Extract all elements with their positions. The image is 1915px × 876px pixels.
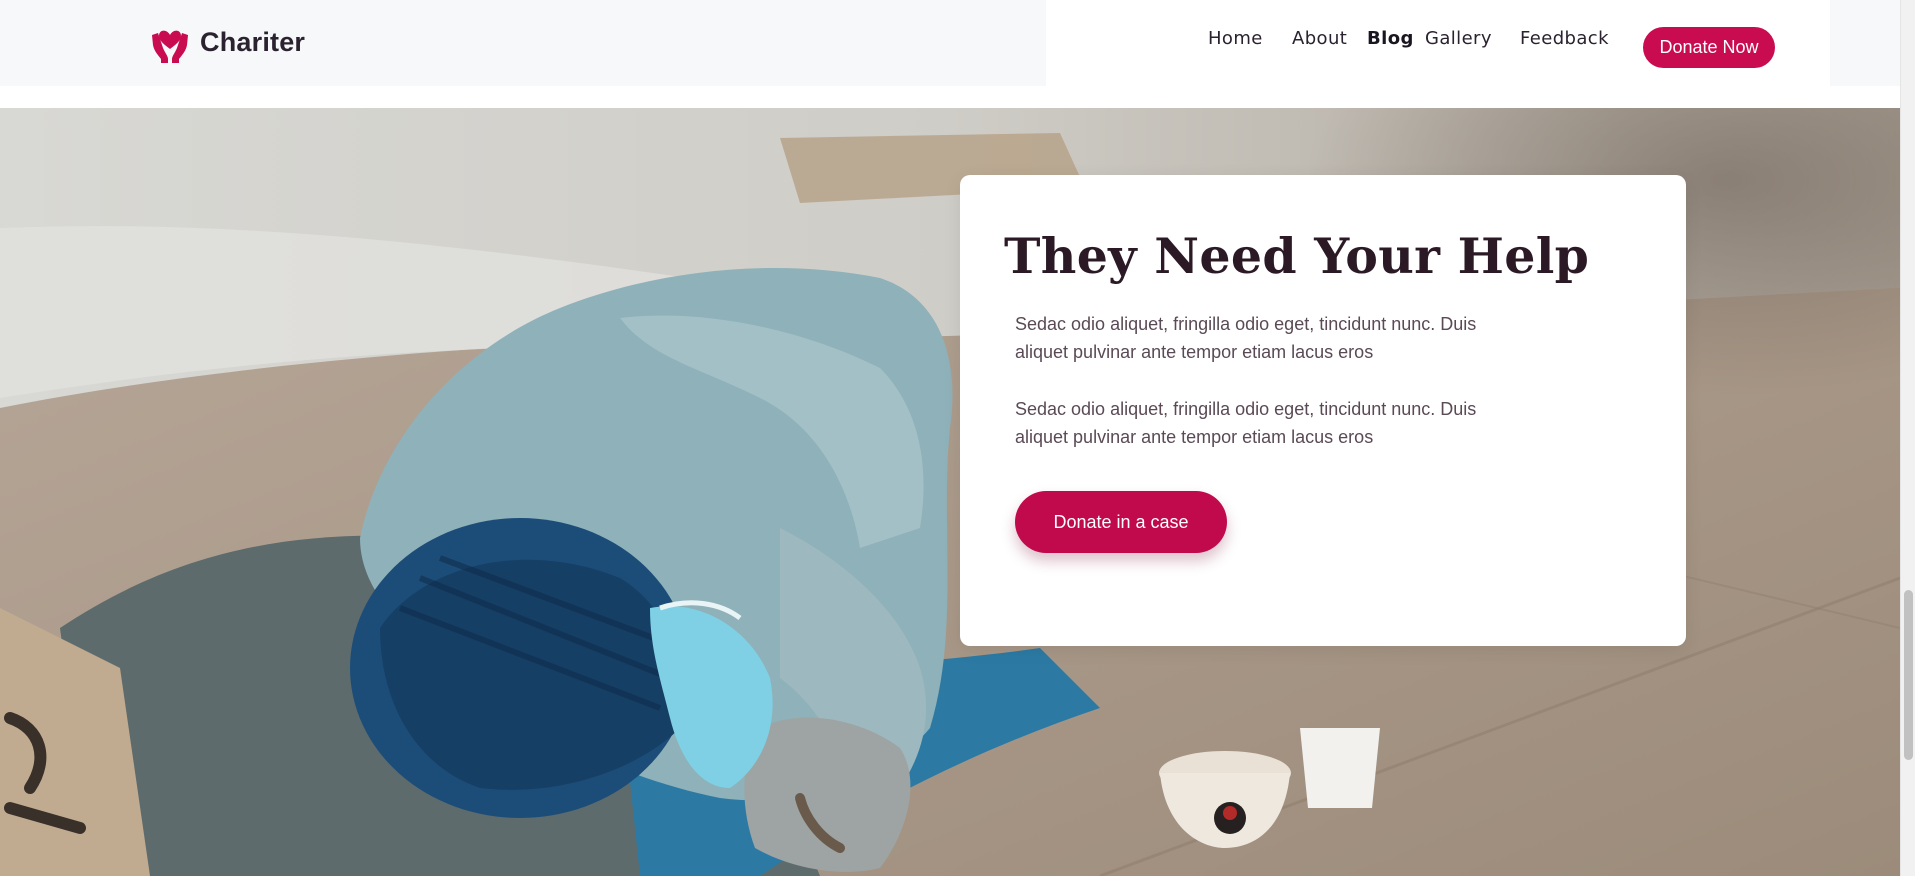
nav-blog-link[interactable]: Blog (1367, 28, 1414, 49)
hands-heart-icon (152, 30, 188, 63)
donate-in-a-case-button[interactable]: Donate in a case (1015, 491, 1227, 553)
nav-home-link[interactable]: Home (1208, 28, 1263, 49)
header-divider-strip (0, 86, 1900, 108)
nav-gallery-link[interactable]: Gallery (1425, 28, 1492, 49)
nav-about-link[interactable]: About (1292, 28, 1347, 49)
brand-logo[interactable]: Chariter (150, 21, 305, 63)
brand-name: Chariter (200, 26, 306, 57)
nav-feedback-link[interactable]: Feedback (1520, 28, 1609, 49)
page: Chariter Home About Blog Gallery Feedbac… (0, 0, 1915, 876)
help-card: They Need Your Help Sedac odio aliquet, … (960, 175, 1686, 646)
header-edge-panel (1830, 0, 1900, 86)
card-title: They Need Your Help (1004, 227, 1590, 285)
donate-now-button[interactable]: Donate Now (1643, 27, 1775, 68)
card-paragraph-2: Sedac odio aliquet, fringilla odio eget,… (1015, 399, 1477, 447)
page-scrollbar[interactable] (1900, 0, 1915, 876)
scrollbar-thumb[interactable] (1904, 590, 1913, 760)
card-paragraph-1: Sedac odio aliquet, fringilla odio eget,… (1015, 314, 1477, 362)
